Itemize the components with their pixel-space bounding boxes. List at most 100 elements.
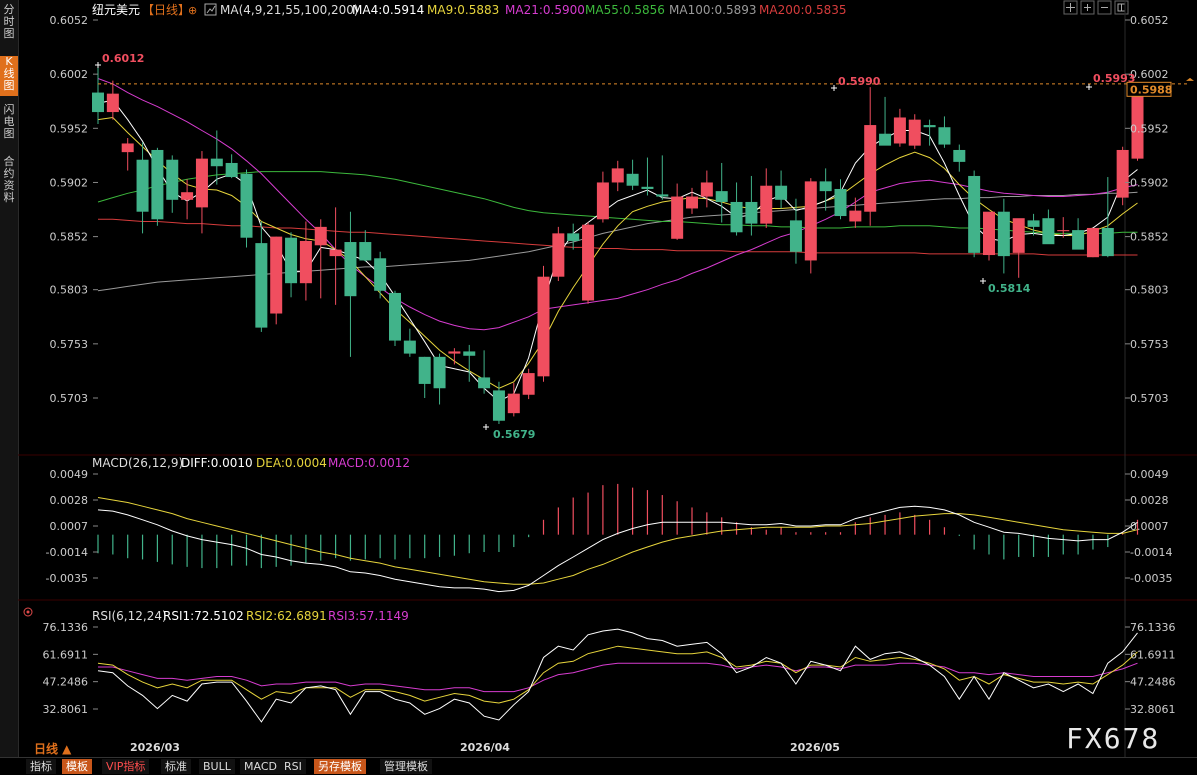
candle-body <box>106 93 119 113</box>
rsi-button[interactable]: RSI <box>280 759 306 774</box>
price-tick-label-left: 0.5852 <box>50 231 89 244</box>
candle-body <box>359 242 372 261</box>
x-label-april: 2026/04 <box>460 741 510 754</box>
crosshair-icon[interactable] <box>1063 0 1078 15</box>
period-footer[interactable]: 日线 ▲ <box>34 741 72 756</box>
grid-icon[interactable] <box>1114 0 1129 15</box>
candle-body <box>789 220 802 252</box>
period-label[interactable]: 【日线】 <box>142 3 190 17</box>
candle-body <box>1086 227 1099 258</box>
macd-tick-label-left: 0.0028 <box>50 494 89 507</box>
candle-body <box>775 185 788 200</box>
ma55-value: MA55:0.5856 <box>585 3 665 17</box>
candle-body <box>849 210 862 222</box>
candle-body <box>700 182 713 197</box>
macd-tick-label-left: -0.0035 <box>46 572 88 585</box>
price-tick-label-left: 0.6002 <box>50 68 89 81</box>
candle-body <box>240 173 253 238</box>
price-tick-label-right: 0.5753 <box>1130 338 1169 351</box>
candle-body <box>1116 149 1129 198</box>
high-marker-mid: 0.5990 <box>838 75 881 88</box>
last-price-label: 0.5988 <box>1130 83 1172 96</box>
candle-body <box>522 373 535 395</box>
chart-canvas[interactable]: 纽元美元 【日线】 ⊕ MA(4,9,21,55,100,200) MA4:0.… <box>0 0 1197 757</box>
candle-body <box>255 243 268 328</box>
candle-body <box>478 377 491 389</box>
low-marker-mid: 0.5679 <box>493 428 535 441</box>
macd-tick-label-right: 0.0028 <box>1130 494 1169 507</box>
price-tick-label-left: 0.6052 <box>50 14 89 27</box>
price-tick-label-right: 0.5852 <box>1130 231 1169 244</box>
ma9-line <box>97 116 1138 389</box>
macd-tick-label-left: -0.0014 <box>46 546 88 559</box>
price-tick-label-right: 0.6052 <box>1130 14 1169 27</box>
candle-body <box>1101 227 1114 257</box>
candle-body <box>864 125 877 212</box>
rsi-tick-label-right: 76.1336 <box>1130 621 1176 634</box>
symbol-title: 纽元美元 <box>92 3 140 17</box>
rsi2-value: RSI2:62.6891 <box>246 609 327 623</box>
x-label-march: 2026/03 <box>130 741 180 754</box>
macd-tick-label-left: 0.0049 <box>50 468 89 481</box>
candle-body <box>181 192 194 200</box>
template-button[interactable]: 模板 <box>62 759 92 774</box>
price-tick-label-right: 0.5952 <box>1130 122 1169 135</box>
candle-body <box>285 237 298 284</box>
high-marker-cross <box>831 85 837 91</box>
candle-body <box>299 240 312 284</box>
indicator-button[interactable]: 指标 <box>26 759 56 774</box>
rsi2-line <box>97 645 1138 704</box>
circle-plus-icon[interactable]: ⊕ <box>188 4 197 17</box>
high-marker-cross <box>1086 84 1092 90</box>
ma-params: MA(4,9,21,55,100,200) <box>220 3 359 17</box>
candle-body <box>626 173 639 186</box>
candle-body <box>314 226 327 246</box>
indicator-settings-icon[interactable] <box>23 607 33 617</box>
vip-indicator-button[interactable]: VIP指标 <box>102 759 150 774</box>
candle-body <box>552 233 565 277</box>
macd-dea-value: DEA:0.0004 <box>256 456 327 470</box>
high-marker-cross <box>95 62 101 68</box>
zoom-in-icon[interactable] <box>1080 0 1095 15</box>
candle-body <box>1042 218 1055 245</box>
rsi3-value: RSI3:57.1149 <box>328 609 409 623</box>
macd-value: MACD:0.0012 <box>328 456 410 470</box>
price-tick-label-right: 0.5902 <box>1130 176 1169 189</box>
candle-body <box>492 390 505 421</box>
candle-body <box>1057 230 1070 232</box>
price-tick-label-left: 0.5952 <box>50 122 89 135</box>
price-tick-label-left: 0.5753 <box>50 338 89 351</box>
ma21-value: MA21:0.5900 <box>505 3 585 17</box>
candle-body <box>968 175 981 253</box>
candle-body <box>507 393 520 414</box>
manage-template-button[interactable]: 管理模板 <box>380 759 432 774</box>
candle-body <box>448 351 461 354</box>
macd-tick-label-right: 0.0049 <box>1130 468 1169 481</box>
candle-body <box>671 196 684 239</box>
candle-body <box>641 186 654 189</box>
candle-body <box>879 133 892 146</box>
bull-button[interactable]: BULL <box>199 759 235 774</box>
rsi-tick-label-left: 61.6911 <box>43 648 89 661</box>
ma4-line <box>97 99 1138 402</box>
candle-body <box>686 196 698 209</box>
save-template-button[interactable]: 另存模板 <box>314 759 366 774</box>
candle-body <box>195 158 208 208</box>
candle-body <box>953 149 966 162</box>
candle-body <box>92 92 104 113</box>
ma100-value: MA100:0.5893 <box>669 3 757 17</box>
low-marker-cross <box>980 278 986 284</box>
rsi-tick-label-left: 76.1336 <box>43 621 89 634</box>
rsi-tick-label-right: 47.2486 <box>1130 676 1176 689</box>
price-axis: 0.6052 0.6052 0.6002 0.6002 0.5952 0.5952 0.59… <box>50 14 1169 405</box>
macd-tick-label-left: 0.0007 <box>50 520 89 533</box>
macd-button[interactable]: MACD <box>240 759 281 774</box>
candle-body <box>611 168 624 183</box>
candle-body <box>537 276 550 377</box>
standard-button[interactable]: 标准 <box>161 759 191 774</box>
macd-axis: 0.0049 0.0049 0.0028 0.0028 0.0007 0.0007 -0.0… <box>46 468 1173 585</box>
rsi-axis: 76.1336 76.1336 61.6911 61.6911 47.2486 47.24… <box>43 621 1176 716</box>
zoom-out-icon[interactable] <box>1097 0 1112 15</box>
ma9-value: MA9:0.5883 <box>427 3 499 17</box>
rsi-tick-label-left: 47.2486 <box>43 676 89 689</box>
